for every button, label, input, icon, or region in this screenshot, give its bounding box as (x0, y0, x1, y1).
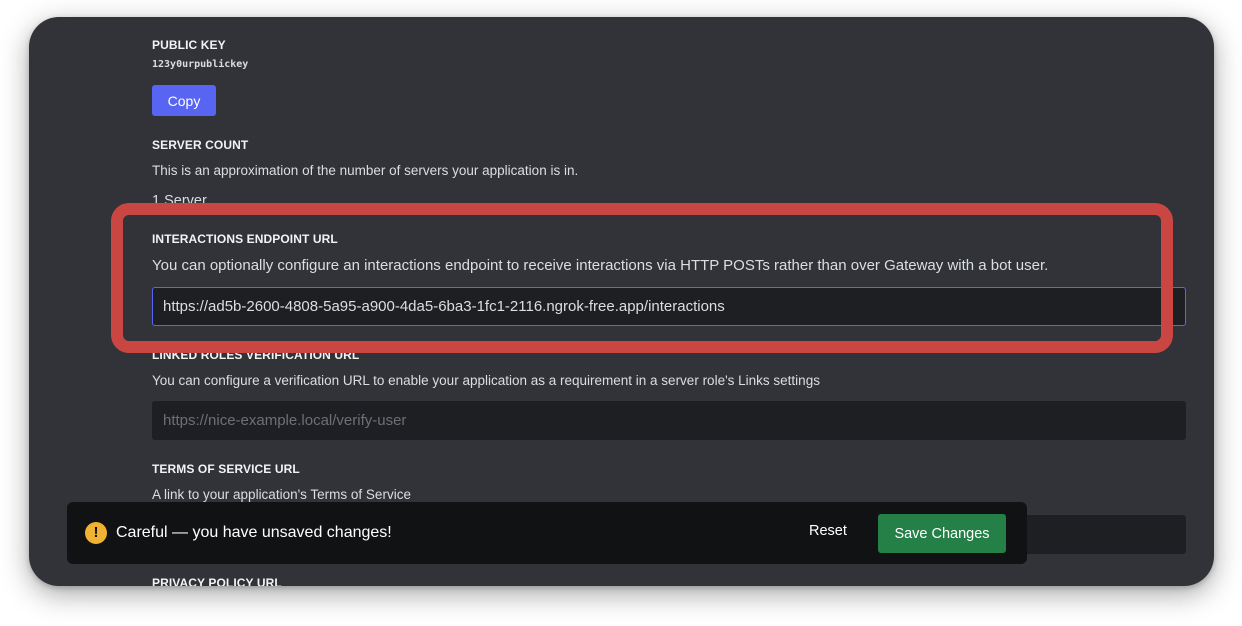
terms-of-service-label: TERMS OF SERVICE URL (152, 462, 300, 476)
app-settings-window: PUBLIC KEY 123y0urpublickey Copy SERVER … (29, 17, 1214, 586)
copy-public-key-button[interactable]: Copy (152, 85, 216, 116)
unsaved-changes-message: Careful — you have unsaved changes! (116, 524, 392, 541)
interactions-endpoint-description: You can optionally configure an interact… (152, 257, 1049, 274)
interactions-endpoint-label: INTERACTIONS ENDPOINT URL (152, 232, 338, 246)
save-changes-button[interactable]: Save Changes (878, 514, 1006, 553)
server-count-label: SERVER COUNT (152, 138, 249, 152)
interactions-endpoint-input[interactable] (152, 287, 1186, 326)
warning-icon: ! (85, 522, 107, 544)
public-key-value: 123y0urpublickey (152, 59, 249, 70)
reset-button[interactable]: Reset (809, 523, 847, 539)
linked-roles-description: You can configure a verification URL to … (152, 373, 820, 388)
unsaved-changes-bar: ! Careful — you have unsaved changes! Re… (67, 502, 1027, 564)
server-count-value: 1 Server (152, 193, 207, 209)
server-count-description: This is an approximation of the number o… (152, 163, 579, 178)
terms-of-service-description: A link to your application's Terms of Se… (152, 487, 411, 502)
public-key-label: PUBLIC KEY (152, 38, 226, 52)
privacy-policy-label: PRIVACY POLICY URL (152, 576, 282, 586)
linked-roles-label: LINKED ROLES VERIFICATION URL (152, 348, 360, 362)
linked-roles-url-input[interactable] (152, 401, 1186, 440)
